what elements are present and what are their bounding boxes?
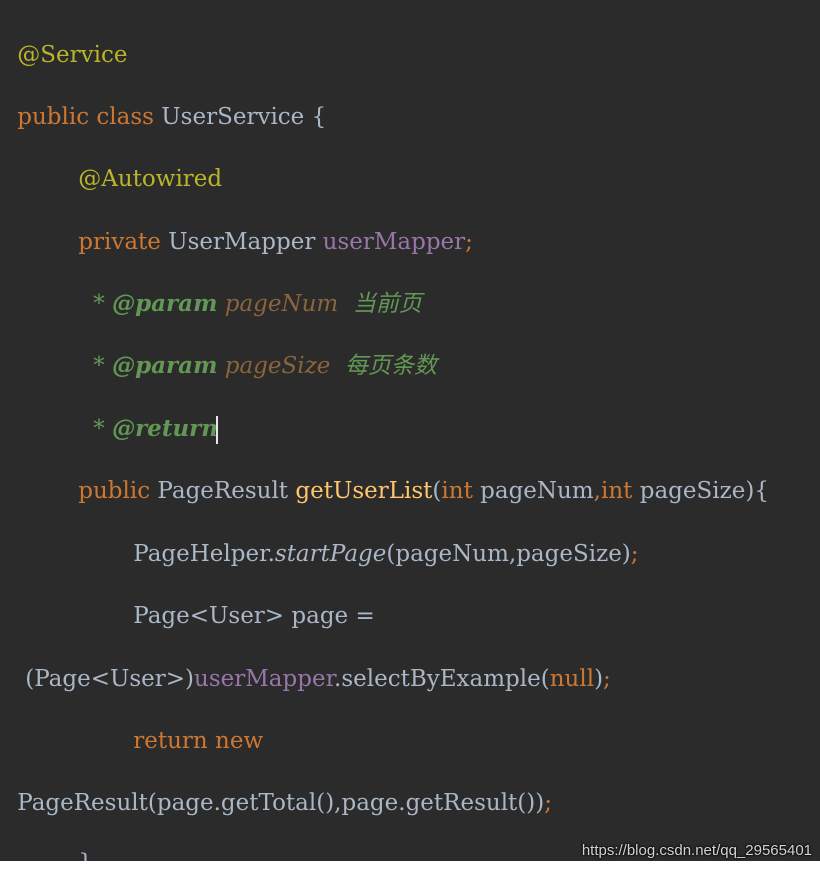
javadoc-star: * (93, 416, 113, 442)
javadoc-return-tag: @return (112, 415, 218, 442)
public-keyword: public (78, 478, 151, 504)
int-keyword: int (600, 478, 633, 504)
method-call: .selectByExample( (334, 666, 550, 692)
field-type: UserMapper (168, 229, 316, 255)
return-keyword: return (133, 728, 208, 754)
type-cast: (Page<User>) (25, 666, 195, 692)
null-keyword: null (549, 666, 595, 692)
watermark-url: https://blog.csdn.net/qq_29565401 (581, 842, 812, 859)
semicolon: ; (544, 790, 552, 816)
close-brace: } (78, 850, 93, 861)
autowired-annotation: @Autowired (78, 166, 223, 192)
javadoc-param-name: pageSize (224, 353, 331, 379)
semicolon: ; (465, 229, 473, 255)
method-name: getUserList (295, 478, 433, 504)
field-reference: userMapper (194, 666, 335, 692)
field-name: userMapper (322, 229, 466, 255)
text-cursor (216, 416, 218, 444)
code-line-11: (Page<User>)userMapper.selectByExample(n… (0, 634, 611, 724)
static-method: startPage (274, 541, 387, 567)
public-keyword: public (17, 104, 90, 130)
bottom-margin (0, 861, 820, 870)
param-name: pageNum (480, 478, 594, 504)
code-editor[interactable]: @Service public class UserService { @Aut… (0, 0, 820, 861)
return-type: PageResult (157, 478, 289, 504)
close-paren: ) (594, 666, 604, 692)
service-annotation: @Service (17, 42, 128, 68)
private-keyword: private (78, 229, 161, 255)
javadoc-param-desc: 每页条数 (330, 353, 437, 379)
code-line-14: } (49, 818, 93, 861)
javadoc-param-tag: @param (112, 290, 218, 317)
class-keyword: class (96, 104, 154, 130)
new-keyword: new (215, 728, 264, 754)
javadoc-param-tag: @param (112, 352, 218, 379)
javadoc-param-desc: 当前页 (338, 291, 422, 317)
open-brace: { (311, 104, 327, 130)
variable-declaration: Page<User> page = (133, 603, 375, 629)
javadoc-param-name: pageNum (224, 291, 339, 317)
semicolon: ; (630, 541, 639, 567)
constructor-call: PageResult(page.getTotal(),page.getResul… (17, 790, 545, 816)
semicolon: ; (603, 666, 611, 692)
int-keyword: int (441, 478, 473, 504)
call-arguments: (pageNum,pageSize) (386, 541, 631, 567)
javadoc-star: * (93, 291, 113, 317)
param-name: pageSize (639, 478, 746, 504)
class-name: UserService (161, 104, 305, 130)
comma: , (593, 478, 601, 504)
class-reference: PageHelper. (133, 541, 275, 567)
javadoc-star: * (93, 353, 113, 379)
close-paren-brace: ){ (745, 478, 769, 504)
